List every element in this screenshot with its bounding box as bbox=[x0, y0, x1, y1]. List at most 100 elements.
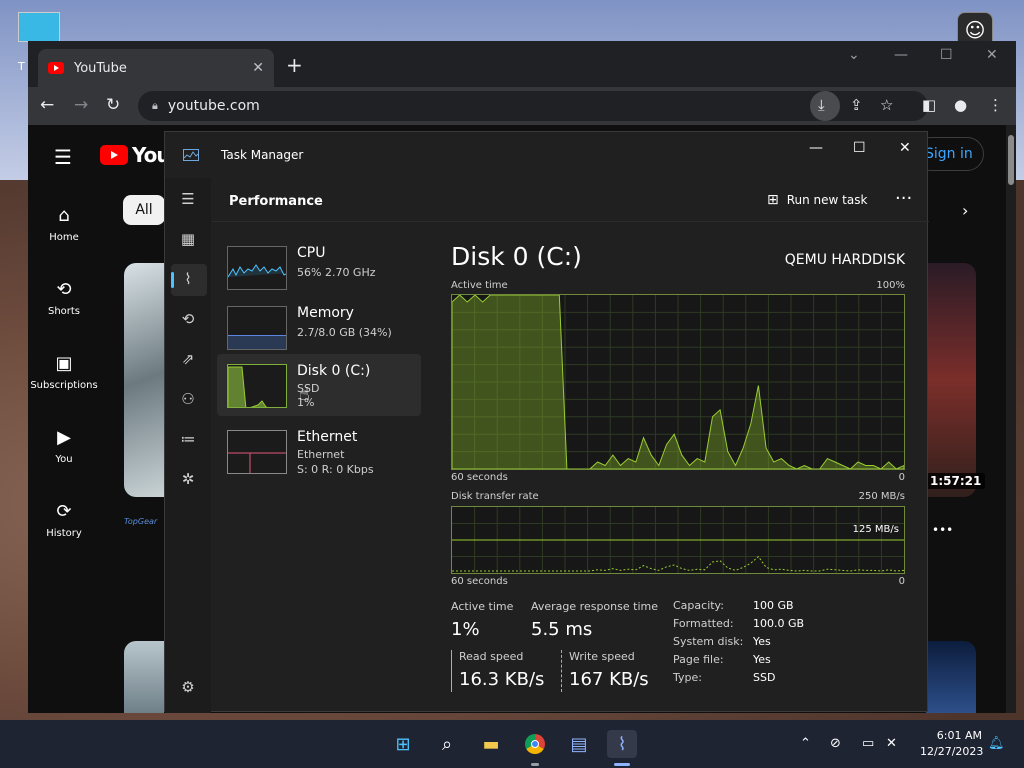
ethernet-sub: Ethernet bbox=[297, 448, 345, 461]
hamburger-icon[interactable]: ☰ bbox=[177, 190, 199, 208]
minimize-button[interactable]: — bbox=[894, 47, 908, 63]
network-icon[interactable]: ⊘ bbox=[830, 736, 841, 751]
tab-search-icon[interactable]: ⌄ bbox=[848, 47, 860, 63]
page-title: Performance bbox=[229, 194, 323, 209]
video-thumbnail[interactable] bbox=[926, 641, 976, 713]
tab-strip: YouTube ✕ + ⌄ — ☐ ✕ bbox=[28, 41, 1016, 87]
transfer-mid: 125 MB/s bbox=[852, 524, 899, 535]
perf-item-memory[interactable]: Memory 2.7/8.0 GB (34%) bbox=[217, 296, 421, 358]
volume-muted-icon[interactable]: ✕ bbox=[886, 736, 897, 751]
close-button[interactable]: ✕ bbox=[986, 47, 998, 63]
chrome-icon[interactable] bbox=[520, 730, 550, 758]
more-options-icon[interactable]: ••• bbox=[932, 523, 953, 537]
perf-item-cpu[interactable]: CPU 56% 2.70 GHz bbox=[217, 236, 421, 298]
type-value: SSD bbox=[753, 671, 776, 684]
search-icon[interactable]: ⌕ bbox=[432, 730, 462, 758]
task-manager-taskbar-icon[interactable]: ⌇ bbox=[607, 730, 637, 758]
mouse-cursor-icon: ☝ bbox=[299, 384, 310, 405]
startup-apps-icon[interactable]: ⇗ bbox=[177, 350, 199, 368]
graph1-right-label: 0 bbox=[898, 472, 905, 483]
tm-maximize-button[interactable]: ☐ bbox=[853, 140, 866, 156]
home-icon: ⌂ bbox=[58, 205, 70, 226]
back-icon[interactable]: ← bbox=[40, 95, 54, 115]
hamburger-menu-icon[interactable]: ☰ bbox=[54, 145, 72, 169]
video-thumbnail[interactable] bbox=[124, 263, 164, 497]
clock-time: 6:01 AM bbox=[936, 729, 982, 742]
disk-model: QEMU HARDDISK bbox=[784, 252, 905, 268]
reload-icon[interactable]: ↻ bbox=[106, 95, 120, 115]
write-speed-label: Write speed bbox=[569, 650, 635, 663]
task-manager-window: Task Manager — ☐ ✕ ☰ ▦ ⌇ ⟲ ⇗ ⚇ ≔ ✲ ⚙ Per… bbox=[164, 131, 929, 713]
start-windows-icon[interactable]: ⊞ bbox=[388, 730, 418, 758]
desktop-icon[interactable] bbox=[18, 12, 60, 42]
services-icon[interactable]: ✲ bbox=[177, 470, 199, 488]
you-icon: ▶ bbox=[57, 427, 71, 448]
video-thumbnail[interactable] bbox=[124, 641, 164, 713]
share-icon[interactable]: ⇪ bbox=[850, 96, 863, 114]
memory-label: Memory bbox=[297, 305, 354, 321]
details-icon[interactable]: ≔ bbox=[177, 430, 199, 448]
install-app-icon[interactable]: ⤓ bbox=[818, 96, 825, 114]
side-panel-icon[interactable]: ◧ bbox=[922, 96, 936, 114]
more-options-icon[interactable]: ··· bbox=[895, 188, 912, 209]
users-icon[interactable]: ⚇ bbox=[177, 390, 199, 408]
channel-logo[interactable]: TopGear bbox=[124, 517, 160, 529]
tm-minimize-button[interactable]: — bbox=[809, 140, 823, 156]
perf-item-ethernet[interactable]: Ethernet Ethernet S: 0 R: 0 Kbps bbox=[217, 420, 421, 482]
run-new-task-button[interactable]: ⊞ Run new task bbox=[767, 192, 867, 208]
disk-title: Disk 0 (C:) bbox=[451, 242, 582, 271]
processes-icon[interactable]: ▦ bbox=[177, 230, 199, 248]
chevron-up-icon[interactable]: ⌃ bbox=[800, 736, 811, 751]
chip-all[interactable]: All bbox=[123, 195, 165, 225]
page-scrollbar[interactable] bbox=[1006, 125, 1016, 713]
cpu-mini-graph bbox=[227, 246, 287, 290]
active-time-value: 1% bbox=[451, 619, 480, 640]
tab-close-icon[interactable]: ✕ bbox=[252, 60, 264, 76]
nav-history[interactable]: ⟳ History bbox=[28, 501, 100, 539]
disk-label: Disk 0 (C:) bbox=[297, 363, 371, 379]
maximize-button[interactable]: ☐ bbox=[940, 47, 953, 63]
display-icon[interactable]: ▭ bbox=[862, 736, 874, 751]
new-tab-button[interactable]: + bbox=[286, 53, 303, 77]
avg-response-value: 5.5 ms bbox=[531, 619, 593, 640]
profile-icon[interactable]: ● bbox=[954, 96, 967, 114]
ethernet-throughput: S: 0 R: 0 Kbps bbox=[297, 463, 374, 476]
shorts-icon: ⟲ bbox=[56, 279, 72, 300]
run-task-icon: ⊞ bbox=[767, 192, 779, 208]
nav-home[interactable]: ⌂ Home bbox=[28, 205, 100, 243]
capacity-value: 100 GB bbox=[753, 599, 794, 612]
page-file-key: Page file: bbox=[673, 653, 724, 666]
youtube-favicon-icon bbox=[48, 62, 64, 74]
bookmark-star-icon[interactable]: ☆ bbox=[880, 96, 893, 114]
history-icon: ⟳ bbox=[56, 501, 72, 522]
tab-title: YouTube bbox=[74, 60, 127, 76]
write-indicator bbox=[561, 650, 562, 692]
scrollbar-thumb[interactable] bbox=[1008, 135, 1014, 185]
clock[interactable]: 6:01 AM 12/27/2023 bbox=[920, 728, 984, 760]
settings-gear-icon[interactable]: ⚙ bbox=[177, 678, 199, 696]
cpu-sub: 56% 2.70 GHz bbox=[297, 266, 376, 279]
chrome-menu-icon[interactable]: ⋮ bbox=[988, 96, 1003, 114]
notification-bell-icon[interactable]: 🔔︎ bbox=[988, 736, 1005, 751]
nav-subscriptions[interactable]: ▣ Subscriptions bbox=[28, 353, 100, 391]
tab-youtube[interactable]: YouTube ✕ bbox=[38, 49, 274, 87]
nav-shorts[interactable]: ⟲ Shorts bbox=[28, 279, 100, 317]
clock-date: 12/27/2023 bbox=[920, 745, 984, 758]
forward-icon[interactable]: → bbox=[74, 95, 88, 115]
file-explorer-icon[interactable]: ▬ bbox=[476, 730, 506, 758]
memory-mini-graph bbox=[227, 306, 287, 350]
active-time-chart bbox=[451, 294, 905, 470]
performance-icon[interactable]: ⌇ bbox=[177, 270, 199, 288]
ethernet-label: Ethernet bbox=[297, 429, 358, 445]
read-speed-value: 16.3 KB/s bbox=[459, 669, 545, 690]
perf-item-disk[interactable]: Disk 0 (C:) SSD 1% bbox=[217, 354, 421, 416]
video-thumbnail[interactable] bbox=[926, 263, 976, 497]
avg-response-label: Average response time bbox=[531, 600, 658, 613]
tm-close-button[interactable]: ✕ bbox=[899, 140, 911, 156]
remote-desktop-icon[interactable]: ▤ bbox=[564, 730, 594, 758]
nav-you[interactable]: ▶ You bbox=[28, 427, 100, 465]
cpu-label: CPU bbox=[297, 245, 326, 261]
chevron-right-icon[interactable]: › bbox=[962, 201, 968, 220]
desktop-icon-label: T bbox=[18, 60, 25, 73]
app-history-icon[interactable]: ⟲ bbox=[177, 310, 199, 328]
